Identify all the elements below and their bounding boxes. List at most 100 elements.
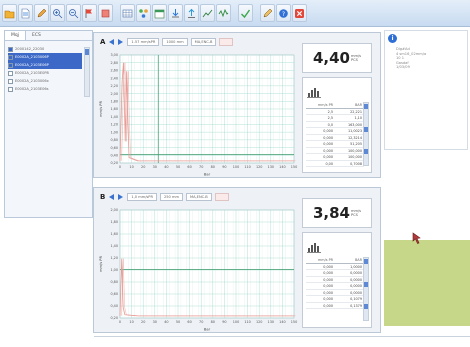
calendar-icon <box>154 9 165 18</box>
bar-chart-icon[interactable] <box>307 86 321 98</box>
reading-unit: mm/s PCS <box>351 209 361 217</box>
mode-field[interactable]: MA,ENC-B <box>185 193 212 201</box>
table-cell: 2,5 <box>327 109 333 114</box>
table-row[interactable]: 0,000 0,1379 <box>306 303 364 309</box>
calendar-button[interactable] <box>152 4 167 22</box>
scroll-thumb[interactable] <box>364 259 368 264</box>
y-tick-label: 1,60 <box>110 107 118 111</box>
preview-area[interactable] <box>384 240 470 326</box>
table-cell: 0,0000 <box>350 284 362 288</box>
panel-tabs: Mqj ECS <box>5 31 92 41</box>
tree-item-label: 2000142_22030 <box>15 47 45 51</box>
flag-button[interactable] <box>82 4 97 22</box>
tree-item-checkbox[interactable] <box>8 78 13 84</box>
scroll-thumb[interactable] <box>364 304 368 309</box>
y-tick-label: 1,80 <box>110 99 118 103</box>
x-tick-label: 110 <box>244 165 250 169</box>
tree-item[interactable]: E0002A_2103E06s <box>8 85 82 93</box>
edit-tool-icon <box>263 8 273 17</box>
x-tick-label: 40 <box>164 165 168 169</box>
x-tick-label: 130 <box>268 165 274 169</box>
x-tick-label: 10 <box>129 320 133 324</box>
x-tick-label: 0 <box>119 165 121 169</box>
tree-item-checkbox[interactable] <box>8 62 13 68</box>
scale-field[interactable]: 1.57 mm/sPR <box>127 38 160 46</box>
download-icon <box>172 8 179 17</box>
reading-unit-bottom: PCS <box>350 213 358 217</box>
tree-item[interactable]: E0002A_2103E06P <box>8 61 82 69</box>
main-toolbar: ? <box>0 0 470 27</box>
reading-unit: mm/s PCS <box>351 54 361 62</box>
delete-button[interactable] <box>98 4 113 22</box>
edit-button[interactable] <box>34 4 49 22</box>
tab-ecs[interactable]: ECS <box>26 31 47 40</box>
tree-item-checkbox[interactable] <box>8 86 13 92</box>
footer-divider <box>94 336 470 337</box>
y-tick-label: 1,60 <box>110 232 118 236</box>
x-tick-label: 120 <box>256 165 262 169</box>
close-button[interactable] <box>292 4 307 22</box>
check-button[interactable] <box>238 4 253 22</box>
chart-icon <box>202 9 213 17</box>
table-button[interactable] <box>120 4 135 22</box>
range-field[interactable]: 1000 mm <box>162 38 188 46</box>
signal-button[interactable] <box>216 4 231 22</box>
chart-button[interactable] <box>200 4 215 22</box>
bar-chart-icon[interactable] <box>307 241 321 253</box>
edit-tool-button[interactable] <box>260 4 275 22</box>
tree-item[interactable]: 2000142_22030 <box>8 45 82 53</box>
scroll-thumb[interactable] <box>364 149 368 154</box>
y-tick-label: 3,00 <box>110 53 118 57</box>
data-table: mm/s PR BAR 0,000 1,0000 0,000 0,0000 0,000 0,0… <box>302 232 372 328</box>
zoom-out-button[interactable] <box>66 4 81 22</box>
scale-field[interactable]: 1,0 mm/sPR <box>127 193 157 201</box>
table-scrollbar[interactable] <box>363 102 369 166</box>
next-arrow-icon[interactable] <box>118 39 124 45</box>
scroll-thumb[interactable] <box>364 282 368 287</box>
tree-item[interactable]: E0002A_2103E0P8 <box>8 69 82 77</box>
y-tick-label: 2,20 <box>110 84 118 88</box>
x-tick-label: 60 <box>187 165 191 169</box>
y-tick-label: 2,80 <box>110 61 118 65</box>
tree-item-checkbox[interactable] <box>8 54 13 60</box>
tab-measurements[interactable]: Mqj <box>5 31 26 40</box>
info-icon: i <box>388 34 397 43</box>
zoom-in-button[interactable] <box>50 4 65 22</box>
table-cell: 2,5 <box>327 116 333 120</box>
network-icon <box>139 8 148 18</box>
scroll-thumb[interactable] <box>364 104 368 109</box>
x-axis-label: Bar <box>204 173 211 177</box>
mode-field[interactable]: MA,ENC-B <box>190 38 217 46</box>
table-scrollbar[interactable] <box>363 257 369 321</box>
previous-arrow-icon[interactable] <box>109 39 115 45</box>
color-swatch[interactable] <box>219 38 234 46</box>
table-cell: 100,000 <box>347 155 362 159</box>
check-icon <box>241 9 251 18</box>
next-arrow-icon[interactable] <box>118 194 124 200</box>
folder-button[interactable] <box>2 4 17 22</box>
zoom-in-icon <box>53 8 63 18</box>
upload-button[interactable] <box>184 4 199 22</box>
color-swatch[interactable] <box>214 193 229 201</box>
range-field[interactable]: 250 mm <box>159 193 183 201</box>
y-tick-label: 1,00 <box>110 268 118 272</box>
tree-scrollbar[interactable] <box>84 47 90 97</box>
reading-display: 3,84 mm/s PCS <box>302 198 372 228</box>
tree-item[interactable]: E0002A_2103006x <box>8 77 82 85</box>
previous-arrow-icon[interactable] <box>109 194 115 200</box>
tree-item-label: E0002A_2103E06s <box>15 87 49 91</box>
help-button[interactable]: ? <box>276 4 291 22</box>
table-cell: 0,000 <box>323 142 333 146</box>
tree-item-checkbox[interactable] <box>8 46 13 52</box>
scroll-thumb[interactable] <box>364 127 368 132</box>
table-row[interactable]: 0,00 0,7008 <box>306 161 364 167</box>
tree-item[interactable]: E0002A_2103006P <box>8 53 82 61</box>
download-button[interactable] <box>168 4 183 22</box>
tree-item-checkbox[interactable] <box>8 70 13 76</box>
x-tick-label: 120 <box>256 320 262 324</box>
edit-icon <box>37 8 47 17</box>
measurement-list-panel: Mqj ECS 2000142_22030 E0002A_2103006P E000… <box>4 30 93 218</box>
network-button[interactable] <box>136 4 151 22</box>
document-button[interactable] <box>18 4 33 22</box>
x-tick-label: 140 <box>279 320 285 324</box>
